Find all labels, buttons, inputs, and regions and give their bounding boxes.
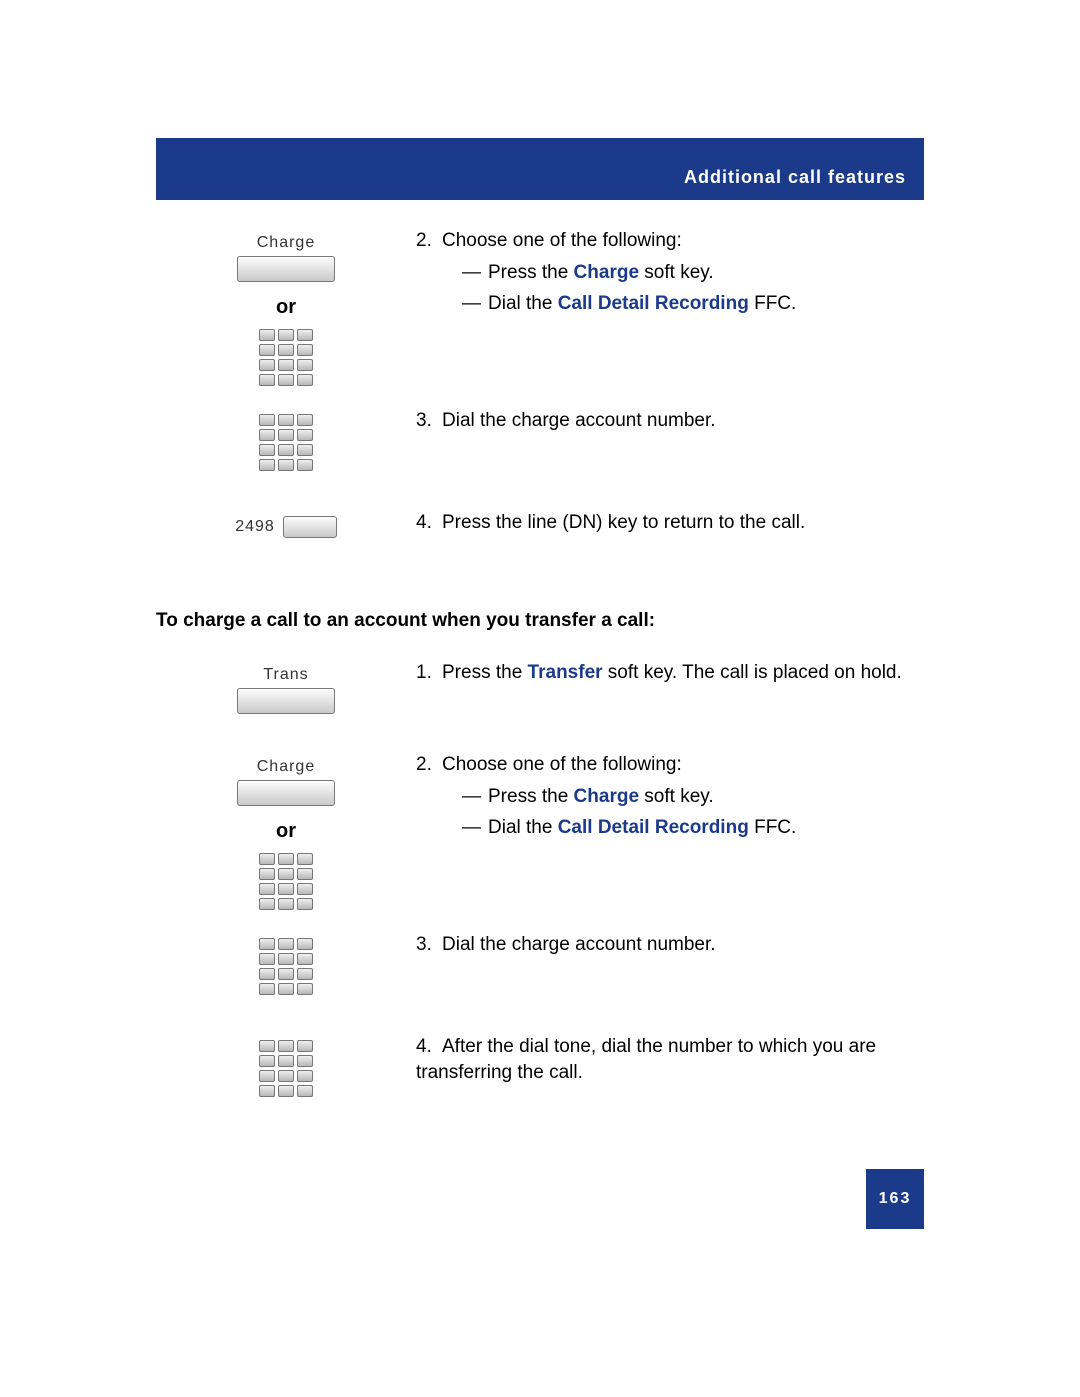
icon-column: Trans xyxy=(156,660,416,714)
opt-pre: Dial the xyxy=(488,817,558,838)
step-row: 4.After the dial tone, dial the number t… xyxy=(156,1034,924,1114)
step-text: 3.Dial the charge account number. xyxy=(416,408,924,434)
icon-column xyxy=(156,932,416,995)
icon-column: Charge or xyxy=(156,752,416,910)
step-number: 3. xyxy=(416,932,442,958)
step-row: 2498 4.Press the line (DN) key to return… xyxy=(156,510,924,570)
dn-number-label: 2498 xyxy=(235,518,275,536)
opt-strong: Call Detail Recording xyxy=(558,817,749,838)
dn-key-group: 2498 xyxy=(235,516,337,538)
step-text: 1.Press the Transfer soft key. The call … xyxy=(416,660,924,686)
dash-icon: — xyxy=(462,784,488,810)
step-number: 2. xyxy=(416,752,442,778)
softkey-icon xyxy=(237,688,335,714)
or-label: or xyxy=(276,820,296,843)
step-row: 3.Dial the charge account number. xyxy=(156,932,924,1012)
step-number: 2. xyxy=(416,228,442,254)
header-title: Additional call features xyxy=(684,167,906,188)
step-strong: Transfer xyxy=(528,662,603,683)
opt-strong: Charge xyxy=(574,786,639,807)
dash-icon: — xyxy=(462,291,488,317)
step-number: 3. xyxy=(416,408,442,434)
opt-pre: Press the xyxy=(488,262,574,283)
content-area: Charge or 2.Choose one of the following:… xyxy=(156,228,924,1136)
opt-pre: Dial the xyxy=(488,293,558,314)
opt-strong: Charge xyxy=(574,262,639,283)
step-lead: Choose one of the following: xyxy=(442,230,682,251)
step-row: 3.Dial the charge account number. xyxy=(156,408,924,488)
keypad-icon xyxy=(259,938,313,995)
icon-column: Charge or xyxy=(156,228,416,386)
step-body: Press the line (DN) key to return to the… xyxy=(442,512,805,533)
step-number: 4. xyxy=(416,510,442,536)
icon-column xyxy=(156,1034,416,1097)
page-number: 163 xyxy=(879,1190,912,1208)
step-lead: Choose one of the following: xyxy=(442,754,682,775)
page: Additional call features Charge or 2.Cho… xyxy=(0,0,1080,1397)
softkey-icon xyxy=(237,256,335,282)
opt-post: soft key. xyxy=(639,262,714,283)
keypad-icon xyxy=(259,853,313,910)
opt-post: soft key. xyxy=(639,786,714,807)
page-number-box: 163 xyxy=(866,1169,924,1229)
keypad-icon xyxy=(259,1040,313,1097)
step-pre: Press the xyxy=(442,662,528,683)
sub-option: —Dial the Call Detail Recording FFC. xyxy=(462,815,924,841)
keypad-icon xyxy=(259,414,313,471)
sub-option: —Press the Charge soft key. xyxy=(462,784,924,810)
icon-column: 2498 xyxy=(156,510,416,538)
line-key-icon xyxy=(283,516,337,538)
opt-pre: Press the xyxy=(488,786,574,807)
softkey-label-charge: Charge xyxy=(257,234,315,252)
step-body: Dial the charge account number. xyxy=(442,410,716,431)
softkey-label-trans: Trans xyxy=(263,666,308,684)
sub-option: —Dial the Call Detail Recording FFC. xyxy=(462,291,924,317)
step-post: soft key. The call is placed on hold. xyxy=(603,662,902,683)
icon-column xyxy=(156,408,416,471)
sub-option: —Press the Charge soft key. xyxy=(462,260,924,286)
step-number: 4. xyxy=(416,1034,442,1060)
step-number: 1. xyxy=(416,660,442,686)
step-text: 2.Choose one of the following: —Press th… xyxy=(416,752,924,841)
step-text: 4.Press the line (DN) key to return to t… xyxy=(416,510,924,536)
opt-post: FFC. xyxy=(749,293,797,314)
dash-icon: — xyxy=(462,260,488,286)
step-text: 2.Choose one of the following: —Press th… xyxy=(416,228,924,317)
softkey-label-charge: Charge xyxy=(257,758,315,776)
step-row: Charge or 2.Choose one of the following:… xyxy=(156,228,924,386)
header-bar: Additional call features xyxy=(156,138,924,200)
step-body: After the dial tone, dial the number to … xyxy=(416,1036,876,1083)
or-label: or xyxy=(276,296,296,319)
step-text: 4.After the dial tone, dial the number t… xyxy=(416,1034,924,1085)
opt-post: FFC. xyxy=(749,817,797,838)
step-text: 3.Dial the charge account number. xyxy=(416,932,924,958)
keypad-icon xyxy=(259,329,313,386)
dash-icon: — xyxy=(462,815,488,841)
softkey-icon xyxy=(237,780,335,806)
section-heading: To charge a call to an account when you … xyxy=(156,610,924,632)
step-row: Trans 1.Press the Transfer soft key. The… xyxy=(156,660,924,730)
opt-strong: Call Detail Recording xyxy=(558,293,749,314)
step-body: Dial the charge account number. xyxy=(442,934,716,955)
step-row: Charge or 2.Choose one of the following:… xyxy=(156,752,924,910)
